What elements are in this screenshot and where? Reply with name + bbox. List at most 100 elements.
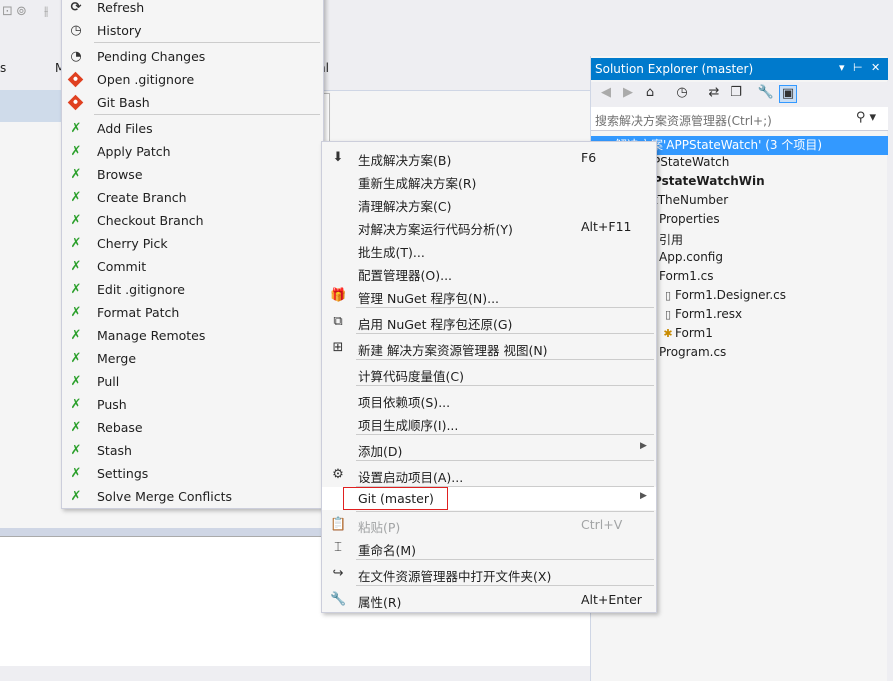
tab-label[interactable]: s bbox=[0, 61, 6, 75]
menu-item-open-folder[interactable]: ↪ 在文件资源管理器中打开文件夹(X) bbox=[322, 562, 656, 585]
submenu-arrow-icon: ▶ bbox=[640, 441, 647, 451]
annotation-highlight-box bbox=[343, 487, 448, 510]
tree-item[interactable]: Program.cs bbox=[659, 345, 726, 364]
forward-icon[interactable]: ▶ bbox=[619, 85, 637, 103]
menu-item-batch-build[interactable]: 批生成(T)... bbox=[322, 238, 656, 261]
menu-item-stash[interactable]: ✗ Stash bbox=[62, 439, 323, 462]
editor-header-strip bbox=[0, 90, 62, 122]
menu-item-rebuild-solution[interactable]: 重新生成解决方案(R) bbox=[322, 169, 656, 192]
close-icon[interactable]: ✕ bbox=[871, 61, 880, 74]
dropdown-icon[interactable]: ▾ bbox=[839, 61, 845, 74]
menu-item-project-dependencies[interactable]: 项目依赖项(S)... bbox=[322, 388, 656, 411]
git-tool-icon: ✗ bbox=[70, 190, 82, 205]
git-submenu: ⟳ Refresh ◷ History ◔ Pending Changes Open … bbox=[61, 0, 324, 509]
file-icon: ▯ bbox=[664, 308, 672, 321]
menu-item-open-gitignore[interactable]: Open .gitignore bbox=[62, 68, 323, 91]
solution-explorer-search[interactable]: 搜索解决方案资源管理器(Ctrl+;) ⚲ ▾ bbox=[591, 107, 888, 131]
tree-item[interactable]: ▯ Form1.resx bbox=[661, 307, 742, 326]
git-tool-icon: ✗ bbox=[70, 328, 82, 343]
menu-item-enable-nuget-restore[interactable]: ⧉ 启用 NuGet 程序包还原(G) bbox=[322, 310, 656, 333]
rename-icon: ⌶ bbox=[334, 540, 342, 555]
menu-item-build-solution[interactable]: ⬇ 生成解决方案(B) F6 bbox=[322, 146, 656, 169]
menu-item-configuration-manager[interactable]: 配置管理器(O)... bbox=[322, 261, 656, 284]
menu-separator bbox=[356, 585, 654, 586]
search-input[interactable]: 搜索解决方案资源管理器(Ctrl+;) bbox=[595, 114, 772, 128]
git-tool-icon: ✗ bbox=[70, 489, 82, 504]
menu-item-set-startup-projects[interactable]: ⚙ 设置启动项目(A)... bbox=[322, 463, 656, 486]
history-icon[interactable]: ◷ bbox=[673, 85, 691, 103]
menu-item-checkout-branch[interactable]: ✗ Checkout Branch bbox=[62, 209, 323, 232]
form-icon: ✱ bbox=[663, 327, 673, 340]
clock-icon: ◔ bbox=[70, 49, 82, 64]
menu-item-add[interactable]: 添加(D) ▶ bbox=[322, 437, 656, 460]
toolbar-icon[interactable]: ⫲ bbox=[44, 4, 48, 19]
toolbar-icon[interactable]: ⊚ bbox=[16, 4, 27, 19]
tree-item[interactable]: PstateWatchWin bbox=[653, 174, 765, 193]
git-tool-icon: ✗ bbox=[70, 282, 82, 297]
menu-separator bbox=[356, 559, 654, 560]
menu-separator bbox=[356, 307, 654, 308]
menu-item-add-files[interactable]: ✗ Add Files bbox=[62, 117, 323, 140]
menu-item-properties[interactable]: 🔧 属性(R) Alt+Enter bbox=[322, 588, 656, 611]
tree-item[interactable]: Form1.cs bbox=[659, 269, 714, 288]
menu-item-git-bash[interactable]: Git Bash bbox=[62, 91, 323, 114]
gear-icon: ⚙ bbox=[332, 467, 344, 482]
open-folder-icon: ↪ bbox=[332, 566, 344, 581]
menu-item-manage-nuget[interactable]: 🎁 管理 NuGet 程序包(N)... bbox=[322, 284, 656, 307]
menu-item-create-branch[interactable]: ✗ Create Branch bbox=[62, 186, 323, 209]
panel-title: Solution Explorer (master) bbox=[595, 62, 754, 76]
menu-item-clean-solution[interactable]: 清理解决方案(C) bbox=[322, 192, 656, 215]
git-tool-icon: ✗ bbox=[70, 144, 82, 159]
properties-icon[interactable]: 🔧 bbox=[757, 85, 775, 103]
tree-item[interactable]: ▯ Form1.Designer.cs bbox=[661, 288, 786, 307]
home-icon[interactable]: ⌂ bbox=[641, 85, 659, 103]
toolbar-icon[interactable]: ⊡ bbox=[2, 4, 13, 19]
tree-item[interactable]: PStateWatch bbox=[653, 155, 729, 174]
git-tool-icon: ✗ bbox=[70, 259, 82, 274]
collapse-icon[interactable]: ❐ bbox=[727, 85, 745, 103]
solution-context-menu: ⬇ 生成解决方案(B) F6 重新生成解决方案(R) 清理解决方案(C) 对解决方案… bbox=[321, 141, 657, 613]
tree-item[interactable]: App.config bbox=[659, 250, 723, 269]
menu-item-rename[interactable]: ⌶ 重命名(M) bbox=[322, 536, 656, 559]
menu-item-paste[interactable]: 📋 粘贴(P) Ctrl+V bbox=[322, 513, 656, 536]
pin-icon[interactable]: ⊢ bbox=[853, 61, 863, 74]
menu-item-project-build-order[interactable]: 项目生成顺序(I)... bbox=[322, 411, 656, 434]
menu-item-pending-changes[interactable]: ◔ Pending Changes bbox=[62, 45, 323, 68]
menu-item-rebase[interactable]: ✗ Rebase bbox=[62, 416, 323, 439]
menu-item-solve-merge-conflicts[interactable]: ✗ Solve Merge Conflicts bbox=[62, 485, 323, 508]
git-diamond-icon bbox=[67, 94, 84, 111]
restore-icon: ⧉ bbox=[333, 314, 343, 329]
menu-item-settings[interactable]: ✗ Settings bbox=[62, 462, 323, 485]
git-tool-icon: ✗ bbox=[70, 121, 82, 136]
search-icon[interactable]: ⚲ ▾ bbox=[856, 110, 876, 125]
menu-item-new-explorer-view[interactable]: ⊞ 新建 解决方案资源管理器 视图(N) bbox=[322, 336, 656, 359]
menu-item-manage-remotes[interactable]: ✗ Manage Remotes bbox=[62, 324, 323, 347]
tree-item[interactable]: tTheNumber bbox=[653, 193, 728, 212]
menu-item-history[interactable]: ◷ History bbox=[62, 19, 323, 42]
menu-item-refresh[interactable]: ⟳ Refresh bbox=[62, 0, 323, 19]
menu-item-edit-gitignore[interactable]: ✗ Edit .gitignore bbox=[62, 278, 323, 301]
menu-item-calculate-code-metrics[interactable]: 计算代码度量值(C) bbox=[322, 362, 656, 385]
git-tool-icon: ✗ bbox=[70, 351, 82, 366]
menu-item-pull[interactable]: ✗ Pull bbox=[62, 370, 323, 393]
menu-item-commit[interactable]: ✗ Commit bbox=[62, 255, 323, 278]
tree-item[interactable]: 引用 bbox=[659, 231, 683, 250]
sync-icon[interactable]: ⇄ bbox=[705, 85, 723, 103]
menu-separator bbox=[356, 511, 654, 512]
menu-item-apply-patch[interactable]: ✗ Apply Patch bbox=[62, 140, 323, 163]
nuget-icon: 🎁 bbox=[330, 288, 347, 303]
tree-item[interactable]: ✱ Form1 bbox=[661, 326, 712, 345]
menu-item-push[interactable]: ✗ Push bbox=[62, 393, 323, 416]
menu-item-cherry-pick[interactable]: ✗ Cherry Pick bbox=[62, 232, 323, 255]
back-icon[interactable]: ◀ bbox=[597, 85, 615, 103]
menu-item-browse[interactable]: ✗ Browse bbox=[62, 163, 323, 186]
new-view-icon: ⊞ bbox=[332, 340, 344, 355]
wrench-icon: 🔧 bbox=[330, 592, 347, 607]
menu-item-format-patch[interactable]: ✗ Format Patch bbox=[62, 301, 323, 324]
preview-icon[interactable]: ▣ bbox=[779, 85, 797, 103]
menu-item-run-code-analysis[interactable]: 对解决方案运行代码分析(Y) Alt+F11 bbox=[322, 215, 656, 238]
build-icon: ⬇ bbox=[332, 150, 344, 165]
tree-item[interactable]: Properties bbox=[659, 212, 720, 231]
submenu-arrow-icon: ▶ bbox=[640, 491, 647, 501]
menu-item-merge[interactable]: ✗ Merge bbox=[62, 347, 323, 370]
